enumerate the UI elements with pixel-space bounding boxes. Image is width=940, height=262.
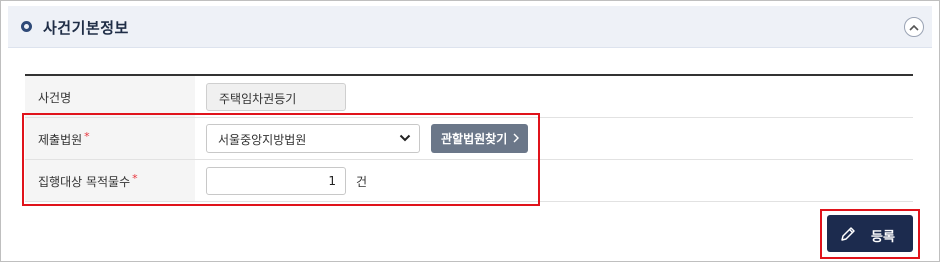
case-name-row: 사건명 주택임차권등기 [25,76,913,118]
section-title: 사건기본정보 [43,19,129,37]
case-name-label: 사건명 [38,91,72,105]
section-header: 사건기본정보 [8,6,932,48]
ring-dot-icon [21,21,32,32]
chevron-up-icon [909,24,919,31]
case-name-value: 주택임차권등기 [219,92,297,106]
collapse-button[interactable] [904,17,924,37]
case-name-field: 주택임차권등기 [206,83,346,111]
case-name-label-cell: 사건명 [25,76,195,117]
form-highlight-box [22,113,540,206]
button-highlight-box [820,209,920,259]
